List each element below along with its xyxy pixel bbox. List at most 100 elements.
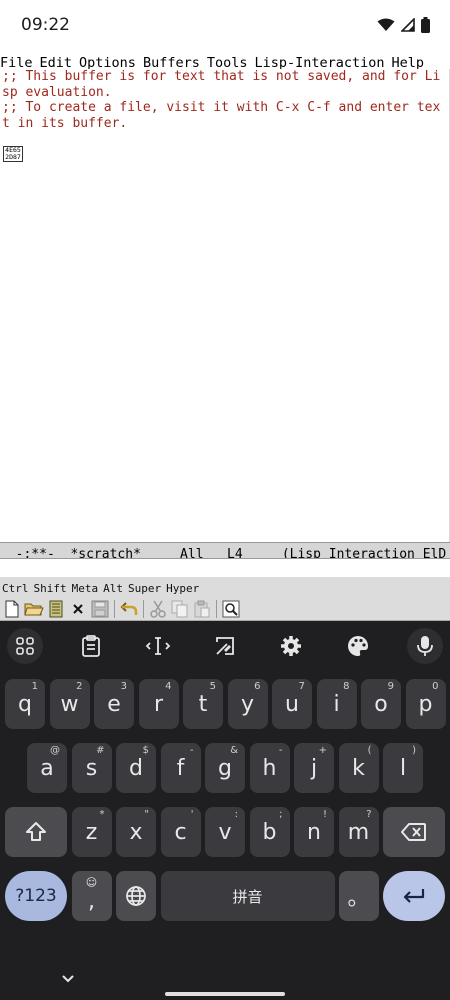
- key-q[interactable]: q1: [5, 679, 45, 729]
- key-k[interactable]: k(: [338, 743, 379, 793]
- key-t[interactable]: t5: [183, 679, 223, 729]
- language-key[interactable]: [116, 871, 156, 921]
- soft-keyboard: q1 w2 e3 r4 t5 y6 u7 i8 o9 p0 a @ s # d $ f…: [0, 621, 450, 1000]
- modeline-position: All: [180, 547, 204, 559]
- buffer-line: ;; This buffer is for text that is not s…: [2, 69, 441, 84]
- key-hint: *: [99, 809, 105, 820]
- key-n[interactable]: n!: [294, 807, 334, 857]
- modifier-alt[interactable]: Alt: [103, 582, 123, 595]
- key-p[interactable]: p0: [405, 679, 446, 729]
- backspace-key[interactable]: [383, 807, 445, 857]
- status-time: 09:22: [21, 15, 70, 35]
- screenshot-edit-icon[interactable]: [207, 628, 243, 664]
- settings-gear-icon[interactable]: [273, 628, 309, 664]
- toolbar-separator: [143, 599, 144, 618]
- copy-icon[interactable]: [170, 599, 190, 619]
- mode-line: -:**- *scratch* All L4 (Lisp Interaction…: [0, 542, 450, 559]
- save-icon[interactable]: [90, 599, 110, 619]
- menu-file[interactable]: File: [0, 55, 33, 69]
- buffer-line: sp evaluation.: [2, 84, 112, 100]
- modifier-super[interactable]: Super: [128, 582, 161, 595]
- key-r[interactable]: r4: [138, 679, 179, 729]
- theme-palette-icon[interactable]: [340, 628, 376, 664]
- key-hint: 6: [254, 681, 261, 692]
- space-bar[interactable]: 拼音: [160, 871, 335, 921]
- status-icons: [377, 17, 430, 33]
- key-hint: !: [322, 809, 327, 820]
- key-hint: $: [142, 745, 149, 756]
- key-l[interactable]: l): [383, 743, 423, 793]
- editor-buffer[interactable]: ;; This buffer is for text that is not s…: [0, 69, 450, 542]
- gesture-handle: [165, 992, 285, 996]
- key-o[interactable]: o9: [361, 679, 401, 729]
- toolbar-separator: [216, 599, 217, 618]
- backspace-icon: [401, 823, 426, 841]
- apps-grid-icon[interactable]: [7, 628, 43, 664]
- menu-options[interactable]: Options: [79, 55, 136, 69]
- symbols-key[interactable]: ?123: [5, 871, 67, 921]
- dired-icon[interactable]: [46, 599, 66, 619]
- clipboard-icon[interactable]: [73, 628, 109, 664]
- modifier-bar: Ctrl Shift Meta Alt Super Hyper: [0, 577, 450, 597]
- menu-help[interactable]: Help: [392, 55, 425, 69]
- key-hint: 2: [76, 681, 83, 692]
- key-hint: &: [230, 745, 238, 756]
- key-f[interactable]: f-: [160, 743, 201, 793]
- key-hint: +: [318, 745, 327, 756]
- key-y[interactable]: y6: [227, 679, 268, 729]
- key-hint: -: [278, 745, 283, 756]
- new-file-icon[interactable]: [2, 599, 22, 619]
- comma-label: ,: [88, 888, 95, 914]
- enter-key[interactable]: [383, 871, 445, 921]
- wifi-icon: [377, 18, 395, 31]
- key-hint: 0: [432, 681, 439, 692]
- key-b[interactable]: b;: [249, 807, 290, 857]
- shift-key[interactable]: [5, 807, 67, 857]
- key-d[interactable]: d $: [116, 743, 156, 793]
- period-key[interactable]: 。: [338, 871, 379, 921]
- key-e[interactable]: e3: [94, 679, 134, 729]
- menu-buffers[interactable]: Buffers: [143, 55, 200, 69]
- modifier-hyper[interactable]: Hyper: [166, 582, 199, 595]
- key-hint: 9: [387, 681, 394, 692]
- open-folder-icon[interactable]: [24, 599, 44, 619]
- key-hint: 5: [209, 681, 216, 692]
- emoji-hint-icon: ☺: [85, 876, 98, 889]
- key-hint: ": [144, 809, 149, 820]
- key-c[interactable]: c ': [160, 807, 201, 857]
- key-g[interactable]: g &: [205, 743, 245, 793]
- close-buffer-icon[interactable]: [68, 599, 88, 619]
- key-hint: 1: [31, 681, 38, 692]
- key-a[interactable]: a @: [27, 743, 67, 793]
- key-h[interactable]: h-: [249, 743, 290, 793]
- key-x[interactable]: x ": [116, 807, 156, 857]
- hide-keyboard-chevron-icon[interactable]: [60, 969, 76, 988]
- modifier-ctrl[interactable]: Ctrl: [2, 582, 29, 595]
- search-icon[interactable]: [221, 599, 241, 619]
- paste-icon[interactable]: [192, 599, 212, 619]
- menu-tools[interactable]: Tools: [207, 55, 248, 69]
- modeline-mode[interactable]: (Lisp Interaction ElD: [282, 547, 446, 558]
- key-j[interactable]: j +: [294, 743, 334, 793]
- modeline-buffer-name[interactable]: *scratch*: [70, 547, 140, 558]
- tool-bar: [0, 597, 450, 621]
- microphone-icon[interactable]: [407, 628, 443, 664]
- text-cursor-icon[interactable]: [140, 628, 176, 664]
- undo-icon[interactable]: [119, 599, 139, 619]
- key-m[interactable]: m?: [338, 807, 379, 857]
- key-w[interactable]: w2: [49, 679, 90, 729]
- modifier-meta[interactable]: Meta: [72, 582, 99, 595]
- key-hint: 4: [165, 681, 172, 692]
- key-v[interactable]: v:: [205, 807, 245, 857]
- key-i[interactable]: i8: [316, 679, 357, 729]
- comma-emoji-key[interactable]: ☺ ,: [71, 871, 112, 921]
- key-hint: ): [412, 745, 416, 756]
- key-u[interactable]: u7: [272, 679, 312, 729]
- key-s[interactable]: s #: [71, 743, 112, 793]
- cut-icon[interactable]: [148, 599, 168, 619]
- modeline-line: L4: [227, 547, 243, 559]
- menu-lisp-interaction[interactable]: Lisp-Interaction: [254, 55, 384, 69]
- modifier-shift[interactable]: Shift: [34, 582, 67, 595]
- menu-edit[interactable]: Edit: [40, 55, 73, 69]
- key-z[interactable]: z *: [71, 807, 112, 857]
